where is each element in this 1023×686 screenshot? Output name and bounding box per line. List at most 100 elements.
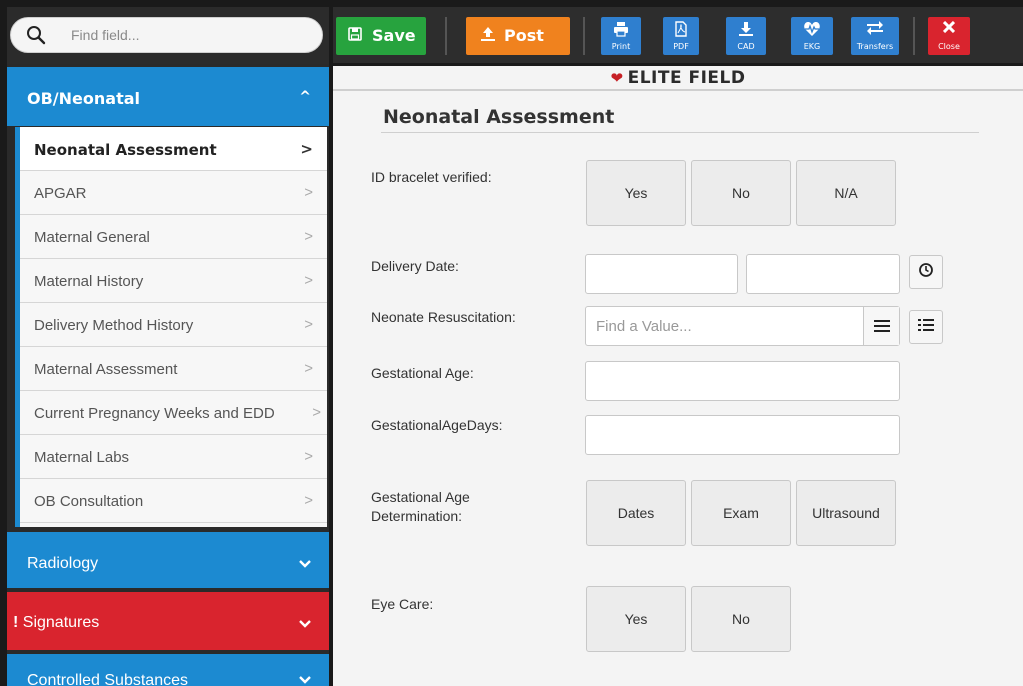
- ekg-button[interactable]: EKG: [791, 17, 833, 55]
- brand-name: ELITE FIELD: [627, 68, 746, 88]
- gestational-age-days-label: GestationalAgeDays:: [371, 417, 503, 433]
- delivery-date-label: Delivery Date:: [371, 258, 459, 274]
- cad-button[interactable]: CAD: [726, 17, 766, 55]
- clock-icon: [910, 262, 942, 282]
- eye-care-yes-button[interactable]: Yes: [586, 586, 686, 652]
- sidebar-item-label: OB Consultation: [34, 493, 144, 510]
- hamburger-icon: [874, 320, 890, 332]
- search-input[interactable]: Find field...: [10, 17, 323, 53]
- toolbar-divider: [913, 17, 915, 55]
- post-label: Post: [504, 26, 544, 45]
- search-placeholder: Find field...: [71, 27, 140, 43]
- list-view-button[interactable]: [909, 310, 943, 344]
- delivery-time-input[interactable]: [746, 254, 900, 294]
- toolbar-divider: [445, 17, 447, 55]
- sidebar-item-label: Maternal General: [34, 229, 150, 246]
- list-toggle-button[interactable]: [863, 307, 899, 345]
- cad-label: CAD: [737, 42, 755, 51]
- sidebar-item-label: Current Pregnancy Weeks and EDD: [34, 405, 275, 422]
- chevron-right-icon: >: [304, 184, 313, 201]
- section-label: ! Signatures: [13, 614, 100, 631]
- determination-dates-button[interactable]: Dates: [586, 480, 686, 546]
- id-bracelet-na-button[interactable]: N/A: [796, 160, 896, 226]
- section-label: OB/Neonatal: [27, 89, 140, 108]
- list-icon: [910, 317, 942, 336]
- sidebar-item-label: Maternal Labs: [34, 449, 130, 466]
- page-title: Neonatal Assessment: [383, 106, 615, 128]
- sidebar-item-maternal-labs[interactable]: Maternal Labs >: [20, 435, 327, 479]
- sidebar-item-ob-consultation[interactable]: OB Consultation >: [20, 479, 327, 523]
- post-button[interactable]: Post: [466, 17, 570, 55]
- search-bar-area: Find field...: [7, 7, 329, 64]
- sidebar-item-apgar[interactable]: APGAR >: [20, 171, 327, 215]
- chevron-right-icon: >: [304, 228, 313, 245]
- delivery-date-input[interactable]: [585, 254, 738, 294]
- chevron-down-icon: [299, 556, 311, 572]
- printer-icon: [601, 21, 641, 41]
- toolbar-gap: [712, 17, 714, 55]
- heartbeat-icon: [791, 21, 833, 41]
- chevron-right-icon: >: [312, 404, 321, 421]
- search-icon: [27, 26, 46, 45]
- gestational-age-determination-label: Gestational Age Determination:: [371, 489, 470, 524]
- section-ob-neonatal[interactable]: OB/Neonatal ^: [7, 67, 329, 126]
- sidebar-item-maternal-assessment[interactable]: Maternal Assessment >: [20, 347, 327, 391]
- section-signatures[interactable]: ! Signatures: [7, 592, 329, 650]
- sidebar-item-current-pregnancy[interactable]: Current Pregnancy Weeks and EDD >: [20, 391, 327, 435]
- gestational-age-input[interactable]: [585, 361, 900, 401]
- pdf-label: PDF: [673, 42, 689, 51]
- toolbar-divider: [583, 17, 585, 55]
- determination-ultrasound-button[interactable]: Ultrasound: [796, 480, 896, 546]
- chevron-right-icon: >: [300, 140, 313, 158]
- gestational-age-days-input[interactable]: [585, 415, 900, 455]
- clock-button[interactable]: [909, 255, 943, 289]
- close-label: Close: [938, 42, 960, 51]
- sidebar-item-label: Neonatal Assessment: [34, 141, 217, 159]
- sidebar-item-label: Delivery Method History: [34, 317, 194, 334]
- chevron-down-icon: [299, 672, 311, 686]
- elite-logo-icon: ❤: [610, 69, 624, 87]
- save-button[interactable]: Save: [336, 17, 426, 55]
- top-toolbar: Save Post Print PDF CAD EKG Transfers Cl…: [333, 7, 1023, 63]
- id-bracelet-no-button[interactable]: No: [691, 160, 791, 226]
- find-value-placeholder: Find a Value...: [596, 318, 692, 335]
- print-button[interactable]: Print: [601, 17, 641, 55]
- save-label: Save: [372, 26, 416, 45]
- sidebar-item-label: APGAR: [34, 185, 87, 202]
- chevron-right-icon: >: [304, 360, 313, 377]
- section-radiology[interactable]: Radiology: [7, 532, 329, 588]
- chevron-up-icon: ^: [299, 89, 311, 105]
- neonate-resuscitation-input[interactable]: Find a Value...: [585, 306, 900, 346]
- neonate-resuscitation-label: Neonate Resuscitation:: [371, 309, 516, 325]
- sidebar-item-maternal-history[interactable]: Maternal History >: [20, 259, 327, 303]
- pdf-file-icon: [663, 21, 699, 41]
- section-label: Radiology: [27, 555, 99, 572]
- pdf-button[interactable]: PDF: [663, 17, 699, 55]
- chevron-right-icon: >: [304, 316, 313, 333]
- sidebar-item-neonatal-assessment[interactable]: Neonatal Assessment >: [20, 127, 327, 171]
- sidebar-item-maternal-general[interactable]: Maternal General >: [20, 215, 327, 259]
- chevron-right-icon: >: [304, 272, 313, 289]
- title-divider: [381, 132, 979, 133]
- eye-care-label: Eye Care:: [371, 596, 434, 612]
- close-icon: [928, 20, 970, 37]
- determination-exam-button[interactable]: Exam: [691, 480, 791, 546]
- exchange-icon: [851, 21, 899, 39]
- id-bracelet-yes-button[interactable]: Yes: [586, 160, 686, 226]
- download-icon: [726, 21, 766, 41]
- floppy-disk-icon: [348, 27, 362, 45]
- sidebar-item-label: Maternal History: [34, 273, 144, 290]
- brand-header: ❤ ELITE FIELD: [333, 68, 1023, 88]
- transfers-button[interactable]: Transfers: [851, 17, 899, 55]
- chevron-down-icon: [299, 616, 311, 632]
- sidebar-item-delivery-method-history[interactable]: Delivery Method History >: [20, 303, 327, 347]
- chevron-right-icon: >: [304, 492, 313, 509]
- section-controlled-substances[interactable]: Controlled Substances: [7, 654, 329, 686]
- eye-care-no-button[interactable]: No: [691, 586, 791, 652]
- ob-subsection-list: Neonatal Assessment > APGAR > Maternal G…: [15, 127, 327, 527]
- gestational-age-label: Gestational Age:: [371, 365, 474, 381]
- close-button[interactable]: Close: [928, 17, 970, 55]
- main-form-area: ❤ ELITE FIELD Neonatal Assessment ID brac…: [333, 66, 1023, 686]
- id-bracelet-label: ID bracelet verified:: [371, 169, 492, 185]
- ekg-label: EKG: [803, 42, 821, 51]
